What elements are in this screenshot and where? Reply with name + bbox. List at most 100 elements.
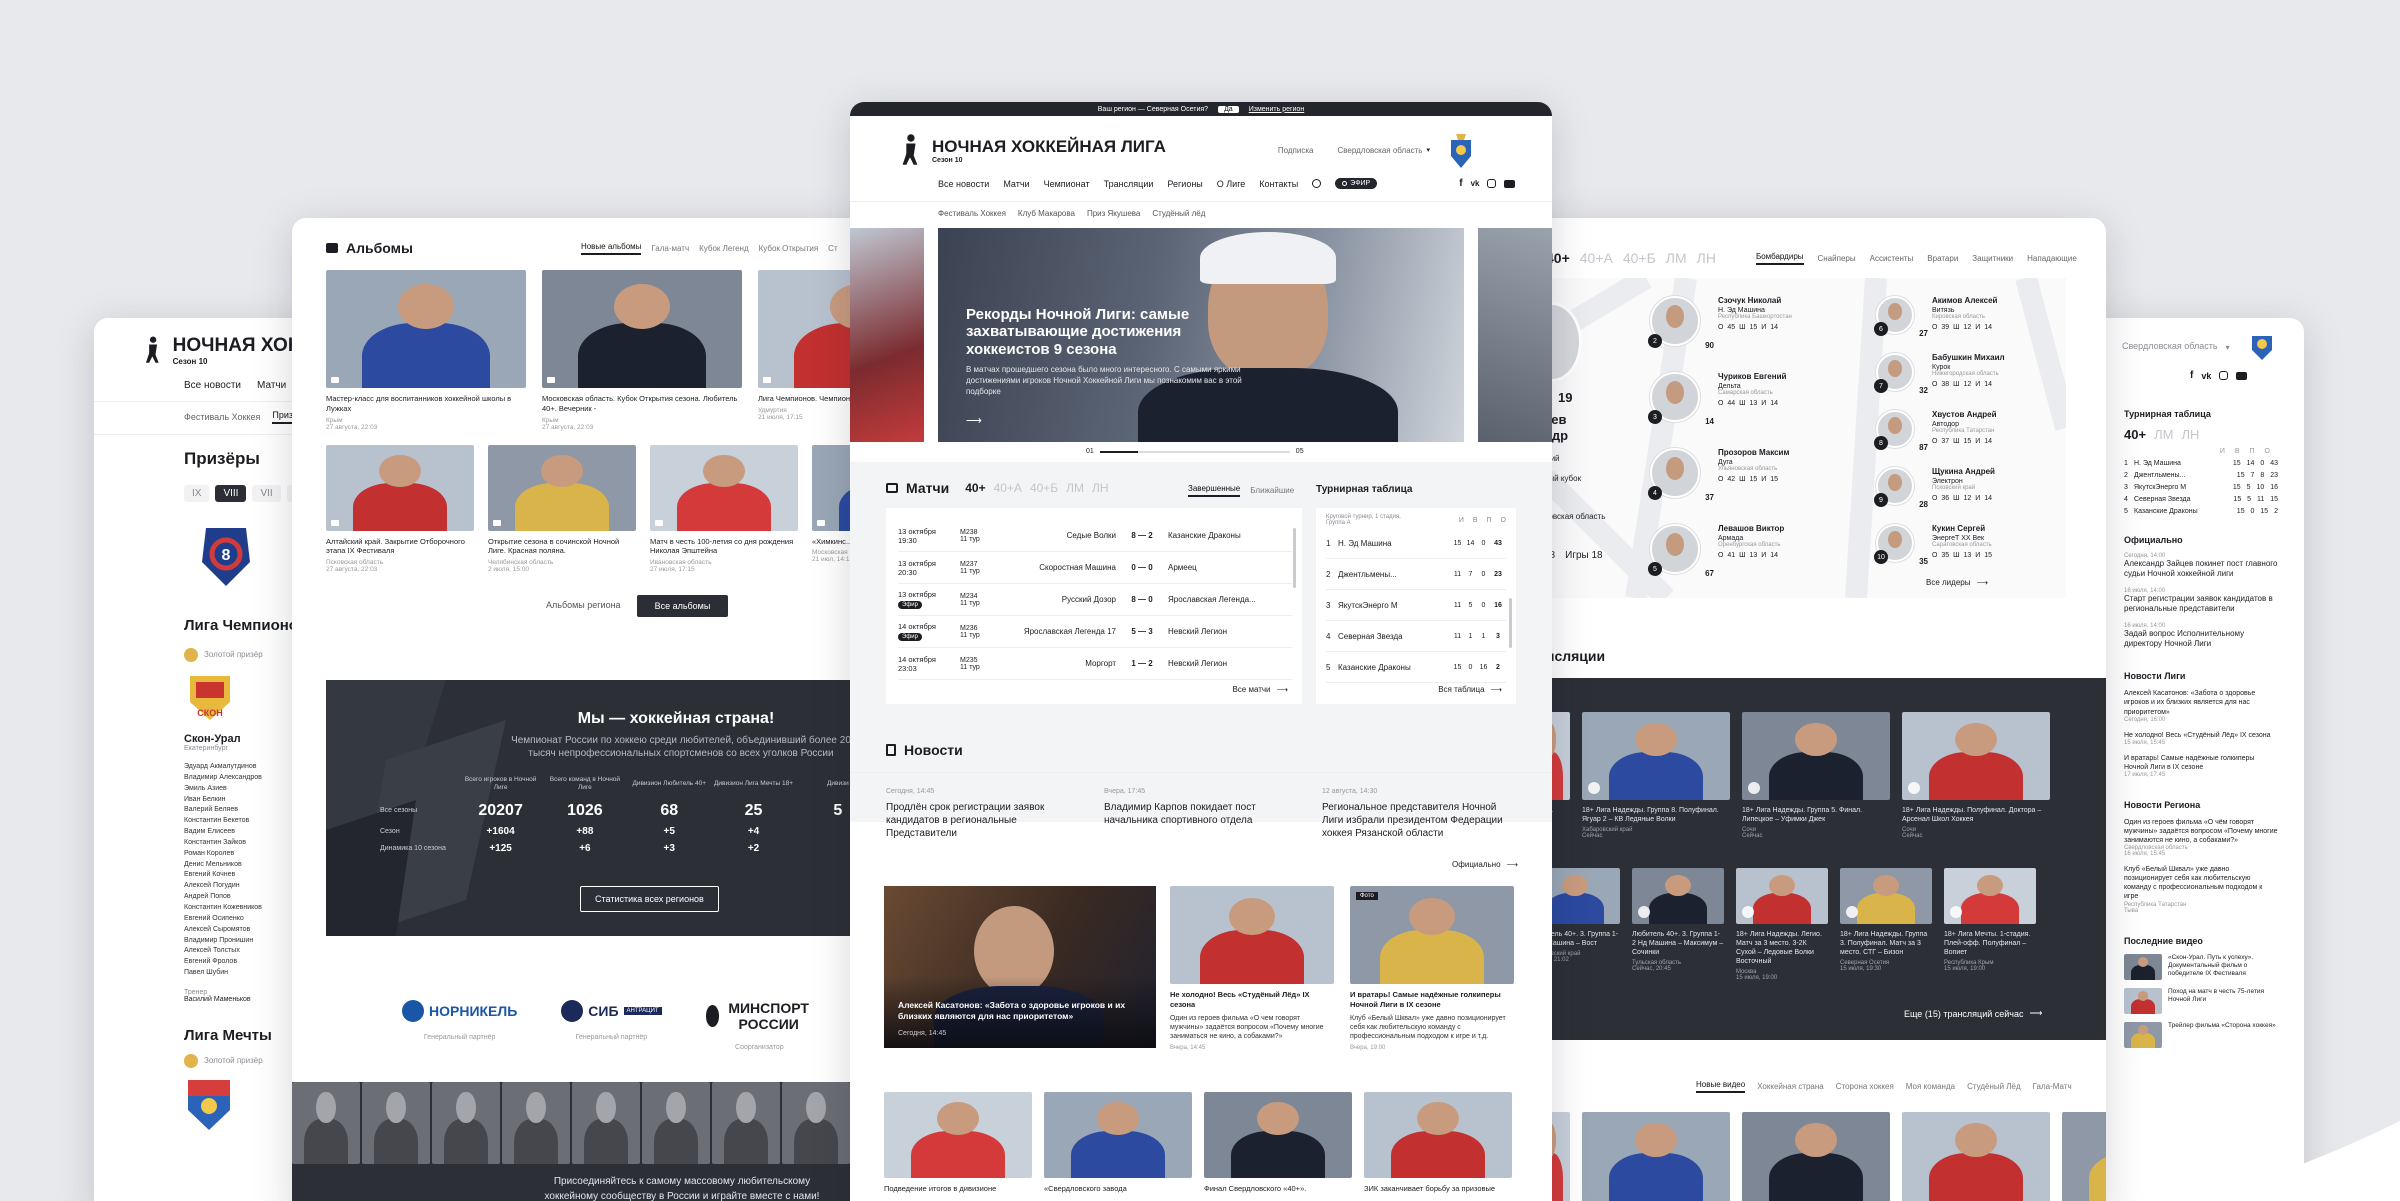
- album-card[interactable]: Московская область. Кубок Открытия сезон…: [542, 270, 742, 431]
- stream-card[interactable]: 18+ Лига Надежды. Группа 8. Полуфинал. Я…: [1582, 712, 1730, 839]
- hero-arrow-icon[interactable]: ⟶: [966, 414, 982, 427]
- subnav-festival-main[interactable]: Фестиваль Хоккея: [938, 209, 1006, 218]
- leaders-tab-goalies[interactable]: Вратари: [1927, 254, 1958, 263]
- matches-league-lm[interactable]: ЛМ: [1066, 481, 1084, 495]
- stream-card[interactable]: Любитель 40+. 3. Группа 1-2 Нд Машина – …: [1632, 868, 1724, 972]
- video-thumb[interactable]: [2124, 1021, 2162, 1048]
- instagram-icon[interactable]: [2219, 371, 2229, 380]
- album-photo[interactable]: [650, 444, 798, 531]
- matches-league-40[interactable]: 40+: [965, 481, 985, 495]
- news-card[interactable]: Не холодно! Весь «Студёный Лёд» IX сезон…: [1170, 886, 1334, 1051]
- news-bottom-photo[interactable]: [1364, 1092, 1512, 1178]
- matches-league-40b[interactable]: 40+Б: [1030, 481, 1058, 495]
- news-item[interactable]: 12 августа, 14:30 Региональное представит…: [1322, 788, 1518, 840]
- video-thumb[interactable]: [1902, 1112, 2050, 1201]
- news-card-photo[interactable]: Фото: [1350, 886, 1514, 984]
- streams-more-link[interactable]: Еще (15) трансляций сейчас: [1904, 1009, 2023, 1019]
- chevron-down-icon-main[interactable]: ▾: [1426, 146, 1430, 154]
- video-tab-new[interactable]: Новые видео: [1696, 1080, 1746, 1093]
- nav-regions[interactable]: Регионы: [1167, 179, 1202, 189]
- leaders-tab-snipers[interactable]: Снайперы: [1818, 254, 1856, 263]
- news-item[interactable]: Сегодня, 14:45 Продлён срок регистрации з…: [886, 788, 1082, 840]
- album-photo[interactable]: [488, 444, 636, 531]
- standings-row[interactable]: 5 Казанские Драконы 15 0 16 2: [1326, 652, 1506, 683]
- arrow-right-icon-standings[interactable]: ⟶: [1491, 685, 1502, 694]
- stream-photo[interactable]: [1840, 868, 1932, 924]
- nav-championship[interactable]: Чемпионат: [1044, 179, 1090, 189]
- video-thumb[interactable]: [1742, 1112, 1890, 1201]
- league-news-item[interactable]: Алексей Касатонов: «Забота о здоровье иг…: [2124, 689, 2278, 722]
- season-7[interactable]: VII: [252, 485, 281, 502]
- matches-league-40a[interactable]: 40+А: [994, 481, 1022, 495]
- country-stats-button[interactable]: Статистика всех регионов: [580, 886, 719, 912]
- leader-item[interactable]: 8 87 Хвустов Андрей Автодор Республика Татар…: [1874, 410, 2056, 467]
- nav-all-news[interactable]: Все новости: [938, 179, 989, 189]
- arrow-right-icon-news[interactable]: ⟶: [1507, 860, 1518, 869]
- leaders-tab-forwards[interactable]: Нападающие: [2027, 254, 2077, 263]
- right-standings-row[interactable]: 3 ЯкутскЭнерго М 15 5 10 16: [2124, 484, 2278, 491]
- hero-next-slide[interactable]: [1478, 228, 1552, 442]
- news-item[interactable]: Вчера, 17:45 Владимир Карпов покидает пос…: [1104, 788, 1300, 827]
- region-change-link[interactable]: Изменить регион: [1249, 106, 1305, 113]
- hero-prev-slide[interactable]: [850, 228, 924, 442]
- album-card[interactable]: Алтайский край. Закрытие Отборочного эта…: [326, 444, 474, 573]
- albums-tab-gala[interactable]: Гала-матч: [651, 244, 689, 253]
- subnav-ice[interactable]: Студёный лёд: [1152, 209, 1205, 218]
- live-button[interactable]: ЭФИР: [1335, 178, 1378, 189]
- album-card[interactable]: Мастер-класс для воспитанников хоккейной…: [326, 270, 526, 431]
- news-bottom-photo[interactable]: [884, 1092, 1032, 1178]
- region-news-item[interactable]: Один из героев фильма «О чём говорят муж…: [2124, 818, 2278, 857]
- join-photo[interactable]: [712, 1082, 780, 1164]
- matches-scrollbar[interactable]: [1293, 528, 1296, 588]
- arrow-right-icon[interactable]: ⟶: [1976, 578, 1987, 587]
- stream-card[interactable]: 18+ Лига Надежды. Группа 5. Финал. Липец…: [1742, 712, 1890, 839]
- news-bottom-card[interactable]: Финал Свердловского «40+».: [1204, 1092, 1352, 1194]
- news-card-photo[interactable]: [1170, 886, 1334, 984]
- match-row[interactable]: 13 октября 19:30 М238 11 тур Седые Волки 8 — …: [898, 520, 1292, 552]
- arrow-right-icon-matches[interactable]: ⟶: [1277, 685, 1288, 694]
- leaders-league-lm[interactable]: ЛМ: [1666, 250, 1687, 266]
- match-row[interactable]: 14 октября 23:03 М235 11 тур Моргорт 1 — 2 Нев…: [898, 648, 1292, 680]
- leaders-league-40a[interactable]: 40+А: [1580, 250, 1613, 266]
- vk-icon-main[interactable]: vk: [1471, 179, 1480, 188]
- leader-item[interactable]: 4 37 Прозоров Максим Дуга Ульяновская област…: [1648, 448, 1840, 524]
- news-more-link[interactable]: Официально: [1452, 860, 1500, 869]
- video-item[interactable]: Трейлер фильма «Сторона хоккея»: [2124, 1021, 2278, 1048]
- season-8[interactable]: VIII: [215, 485, 247, 502]
- news-card[interactable]: Фото И вратарь! Самые надёжные голкиперы …: [1350, 886, 1514, 1051]
- news-bottom-photo[interactable]: [1044, 1092, 1192, 1178]
- matches-all-link[interactable]: Все матчи: [1232, 685, 1270, 694]
- join-photo[interactable]: [642, 1082, 710, 1164]
- join-photo[interactable]: [292, 1082, 360, 1164]
- standings-scrollbar[interactable]: [1509, 598, 1512, 648]
- news-bottom-card[interactable]: ЗИК заканчивает борьбу за призовые: [1364, 1092, 1512, 1194]
- matches-league-ln[interactable]: ЛН: [1092, 481, 1109, 495]
- header-region[interactable]: Свердловская область: [1337, 146, 1422, 155]
- stream-photo[interactable]: [1736, 868, 1828, 924]
- video-item[interactable]: Поход на матч в честь 75-летия Ночной Ли…: [2124, 987, 2278, 1014]
- video-thumb[interactable]: [2124, 953, 2162, 980]
- albums-tab-new[interactable]: Новые альбомы: [580, 242, 642, 255]
- join-photo[interactable]: [362, 1082, 430, 1164]
- matches-tab-upcoming[interactable]: Ближайшие: [1250, 486, 1294, 495]
- leader-item[interactable]: 9 28 Щукина Андрей Электрон Псковский край О …: [1874, 467, 2056, 524]
- leaders-league-40b[interactable]: 40+Б: [1623, 250, 1656, 266]
- match-row[interactable]: 14 октября Эфир М236 11 тур Ярославская Леге…: [898, 616, 1292, 648]
- subscribe-link[interactable]: Подписка: [1278, 146, 1314, 155]
- right-standings-row[interactable]: 5 Казанские Драконы 15 0 15 2: [2124, 508, 2278, 515]
- album-photo[interactable]: [326, 444, 474, 531]
- news-feature[interactable]: Алексей Касатонов: «Забота о здоровье иг…: [884, 886, 1156, 1048]
- official-item[interactable]: Сегодня, 14:00 Александр Зайцев покинет п…: [2124, 553, 2278, 580]
- stream-card[interactable]: 18+ Лига Надежды. Группа 3. Полуфинал. М…: [1840, 868, 1932, 972]
- right-region[interactable]: Свердловская область: [2122, 341, 2218, 352]
- hero-carousel[interactable]: Рекорды Ночной Лиги: самые захватывающие…: [850, 228, 1552, 442]
- season-9[interactable]: IX: [184, 485, 210, 502]
- video-thumb[interactable]: [1582, 1112, 1730, 1201]
- stream-card[interactable]: 18+ Лига Мечты. 1-стадия. Плей-офф. Полу…: [1944, 868, 2036, 972]
- official-item[interactable]: 16 июля, 14:00 Задай вопрос Исполнительно…: [2124, 623, 2278, 650]
- nav-contacts[interactable]: Контакты: [1259, 179, 1298, 189]
- leader-item[interactable]: 2 90 Сзочук Николай Н. Эд Машина Республика …: [1648, 296, 1840, 372]
- youtube-icon[interactable]: [2236, 371, 2248, 380]
- standings-all-link[interactable]: Вся таблица: [1438, 685, 1484, 694]
- nav-about[interactable]: О Лиге: [1217, 179, 1246, 189]
